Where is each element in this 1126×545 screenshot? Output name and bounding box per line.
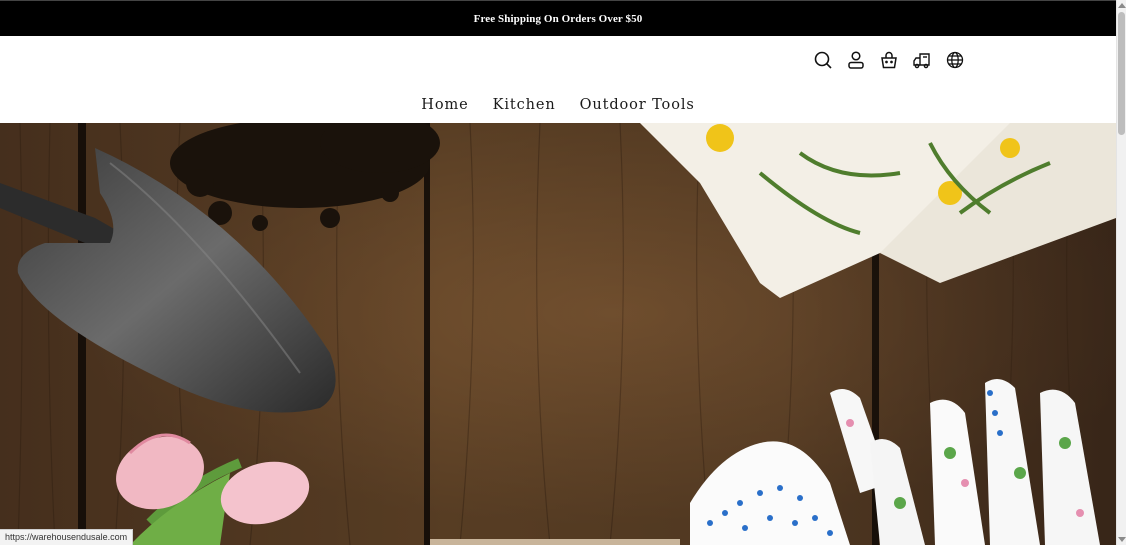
cart-icon[interactable]	[879, 50, 899, 70]
nav-item-outdoor-tools[interactable]: Outdoor Tools	[580, 97, 695, 113]
page-scrollbar[interactable]	[1116, 0, 1126, 545]
hero-image	[0, 123, 1116, 545]
scroll-down-icon[interactable]	[1118, 537, 1126, 542]
account-icon[interactable]	[846, 50, 866, 70]
header-icons	[813, 50, 965, 70]
main-nav: Home Kitchen Outdoor Tools	[0, 97, 1116, 113]
nav-item-home[interactable]: Home	[421, 97, 468, 113]
hero-garden-illustration	[0, 123, 1116, 545]
scroll-thumb[interactable]	[1118, 12, 1125, 135]
search-icon[interactable]	[813, 50, 833, 70]
nav-item-kitchen[interactable]: Kitchen	[493, 97, 556, 113]
globe-icon[interactable]	[945, 50, 965, 70]
announcement-text: Free Shipping On Orders Over $50	[473, 12, 643, 25]
scroll-up-icon[interactable]	[1118, 3, 1126, 8]
status-bar-url: https://warehousendusale.com	[0, 529, 134, 545]
site-header: Home Kitchen Outdoor Tools	[0, 36, 1116, 123]
delivery-truck-icon[interactable]	[912, 50, 932, 70]
announcement-bar: Free Shipping On Orders Over $50	[0, 0, 1116, 36]
